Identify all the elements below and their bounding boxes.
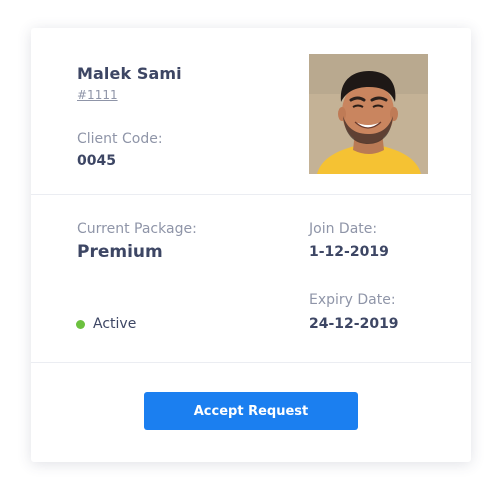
top-divider	[31, 194, 471, 195]
bottom-divider	[31, 362, 471, 363]
status-text: Active	[93, 316, 137, 332]
client-avatar	[309, 54, 428, 174]
expiry-date-label: Expiry Date:	[309, 292, 396, 308]
client-id-link[interactable]: #1111	[77, 88, 118, 102]
client-code-value: 0045	[77, 153, 116, 169]
status-dot-icon	[76, 320, 85, 329]
join-date-value: 1-12-2019	[309, 244, 389, 260]
current-package-value: Premium	[77, 242, 163, 262]
client-name: Malek Sami	[77, 64, 182, 83]
expiry-date-value: 24-12-2019	[309, 316, 399, 332]
accept-request-button[interactable]: Accept Request	[144, 392, 358, 430]
client-card: Malek Sami #1111 Client Code: 0045 Curre…	[31, 28, 471, 462]
current-package-label: Current Package:	[77, 221, 197, 237]
client-code-label: Client Code:	[77, 131, 163, 147]
join-date-label: Join Date:	[309, 221, 378, 237]
